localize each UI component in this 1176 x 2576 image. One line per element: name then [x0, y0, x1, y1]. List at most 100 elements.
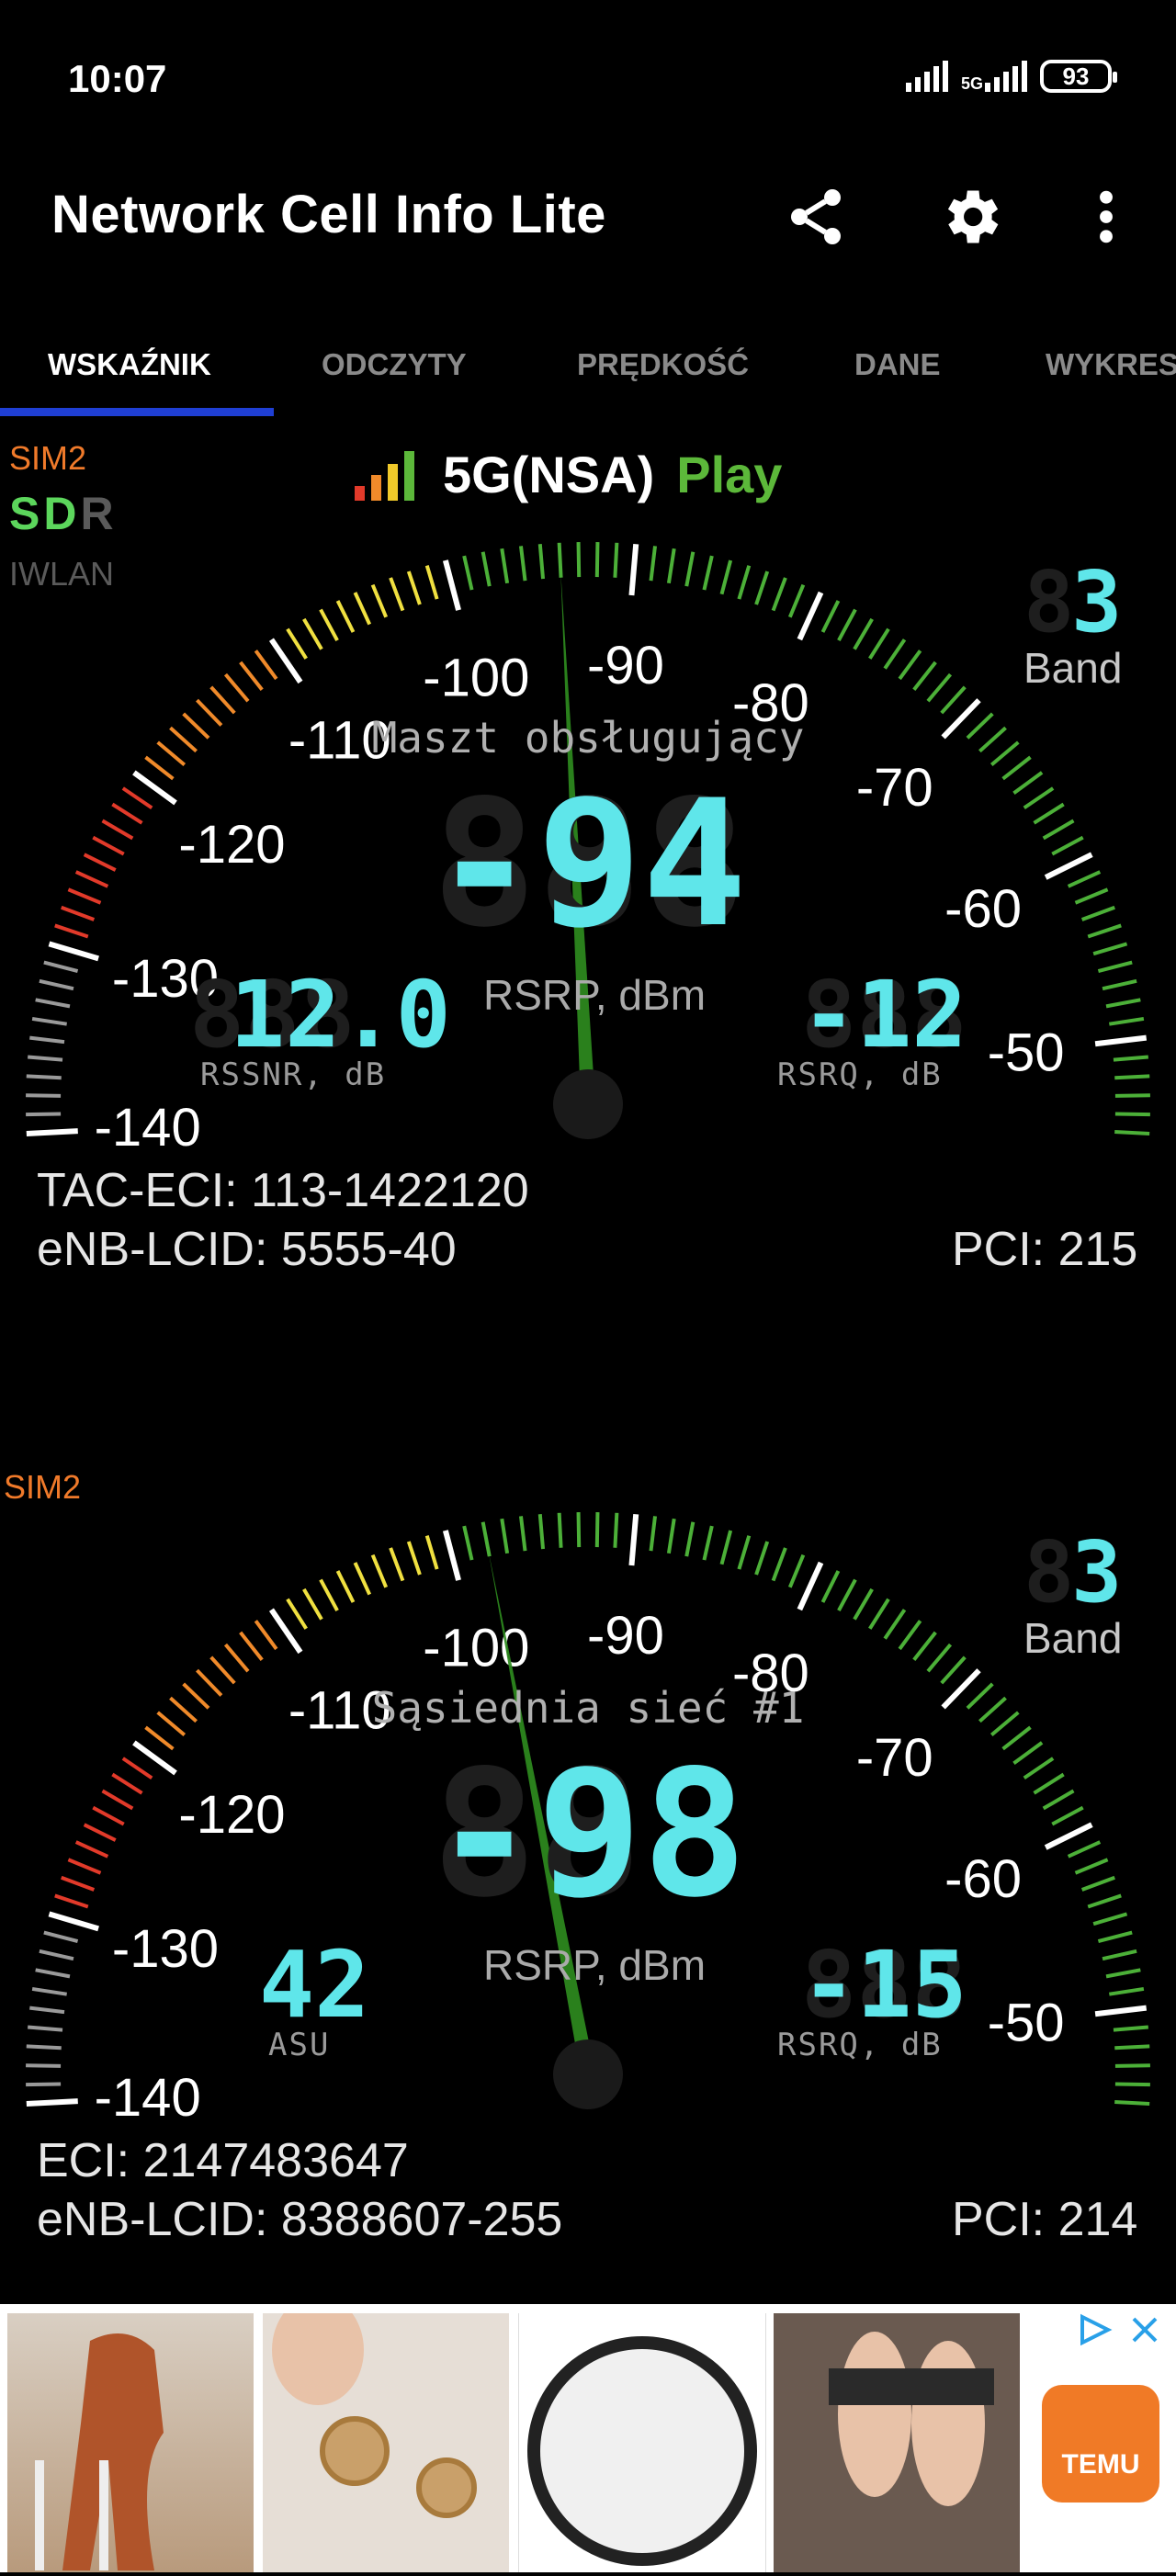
gauge-tick — [26, 2044, 62, 2051]
gauge-tick — [370, 1554, 389, 1588]
gauge-tick — [209, 685, 236, 715]
gauge-tick — [239, 661, 264, 692]
gauge-tick — [101, 1789, 134, 1811]
gauge-tick — [54, 923, 89, 939]
gauge-tick — [820, 1570, 841, 1603]
gauge-tick — [1092, 942, 1128, 956]
gauge-tick — [868, 1598, 890, 1630]
gauge-tick — [92, 835, 125, 856]
gauge-tick — [353, 1562, 372, 1596]
gauge-tick — [1001, 1725, 1032, 1751]
temu-logo[interactable]: TEMU — [1042, 2385, 1159, 2503]
gauge-tick — [26, 2098, 78, 2107]
gauge-tick — [29, 2005, 65, 2015]
ad-image-earrings[interactable] — [263, 2295, 509, 2572]
gauge-tick — [820, 600, 841, 633]
gauge-tick — [319, 1578, 339, 1611]
gauge-tick — [302, 617, 323, 650]
gauge-tick — [684, 1521, 695, 1557]
asu-value: 42 — [259, 1931, 370, 2039]
gauge-tick — [613, 542, 619, 578]
gauge-tick — [121, 1757, 153, 1780]
gauge-tick — [1109, 1986, 1145, 1996]
gauge-tick — [169, 726, 198, 753]
close-ad-icon[interactable] — [1128, 2313, 1161, 2350]
gauge-tick — [424, 1535, 439, 1570]
ad-image-outfit[interactable] — [7, 2313, 254, 2572]
ad-image-sandals[interactable] — [774, 2313, 1020, 2572]
gauge-tick — [1114, 2100, 1150, 2107]
gauge-tick — [1087, 923, 1122, 939]
gauge-tick — [370, 583, 389, 618]
gauge-tick — [1097, 1930, 1133, 1944]
gauge-tick — [1074, 1858, 1109, 1875]
gauge-tick — [966, 712, 994, 740]
gauge-tick — [286, 1598, 308, 1630]
gauge-tick — [754, 1541, 770, 1576]
gauge-tick — [797, 1561, 824, 1611]
rsrp-value: -94 — [432, 763, 748, 966]
gauge-tick — [1042, 1789, 1075, 1811]
gauge-scale-label: -120 — [178, 815, 285, 875]
gauge-tick — [424, 565, 439, 600]
gauge-tick — [883, 1609, 907, 1640]
gauge-tick — [926, 672, 953, 703]
adchoices-icon[interactable] — [1075, 2311, 1115, 2352]
gauge-tick — [518, 546, 527, 582]
gauge-dial-2: -140-130-120-110-100 -90-80-70-60-50 — [26, 1512, 1150, 2128]
band-ghost: 8 — [1023, 553, 1075, 651]
gauge-tick — [989, 740, 1020, 767]
asu-label: ASU — [268, 2027, 331, 2063]
gauge-tick — [576, 542, 582, 578]
band-label-2: Band — [1023, 1614, 1123, 1662]
gauge-tick — [31, 1986, 67, 1996]
gauge-tick — [500, 1518, 510, 1554]
gauge-scale-label: -130 — [112, 1919, 219, 1979]
gauge-scale-label: -100 — [423, 649, 529, 708]
gauge-tick — [537, 1514, 546, 1550]
gauge-tick — [853, 1587, 874, 1621]
ad-banner[interactable]: TEMU — [0, 2295, 1176, 2572]
gauge-tick — [1067, 870, 1102, 888]
gauge-tick — [989, 1711, 1020, 1737]
gauge-scale-label: -120 — [178, 1785, 285, 1845]
gauge-tick — [196, 1668, 223, 1697]
gauge-tick — [39, 1949, 74, 1961]
band-value-2: 3 — [1071, 1523, 1123, 1621]
band-value: 3 — [1071, 553, 1123, 651]
gauge-tick — [144, 755, 175, 781]
gauge-tick — [684, 551, 695, 587]
gauge-tick — [182, 1682, 210, 1710]
gauge-tick — [594, 1512, 600, 1548]
gauge-tick — [666, 548, 676, 584]
gauge-tick — [719, 559, 733, 595]
gauge-tick — [92, 1805, 125, 1826]
ad-image-ring[interactable] — [518, 2313, 766, 2572]
gauge-scale-label: -60 — [944, 1849, 1022, 1909]
gauge-tick — [223, 672, 250, 703]
gauge-scale-label: -60 — [944, 879, 1022, 939]
gauge-tick — [1042, 819, 1075, 841]
gauge-tick — [74, 1840, 109, 1859]
gauge-tick — [101, 819, 134, 841]
gauge-tick — [1067, 1840, 1102, 1859]
gauge-tick — [61, 1875, 96, 1892]
band-label: Band — [1023, 644, 1123, 692]
gauge-tick — [121, 786, 153, 810]
gauge-scale-label: -50 — [988, 1993, 1065, 2052]
gauge-tick — [787, 1554, 806, 1588]
gauge-tick — [1094, 2005, 1148, 2017]
gauge-tick — [223, 1643, 250, 1673]
band-ghost-2: 8 — [1023, 1523, 1075, 1621]
gauge-tick — [737, 565, 752, 600]
gauge-tick — [48, 941, 99, 962]
gauge-tick — [754, 571, 770, 605]
gauge-tick — [702, 555, 714, 591]
gauge-tick — [26, 2082, 62, 2087]
gauge-tick — [196, 698, 223, 727]
rsrp-value-2: -98 — [432, 1733, 748, 1936]
gauge-tick — [74, 870, 109, 888]
gauge-tick — [406, 1541, 422, 1576]
gauge-tick — [737, 1535, 752, 1570]
gauge-tick — [61, 905, 96, 921]
